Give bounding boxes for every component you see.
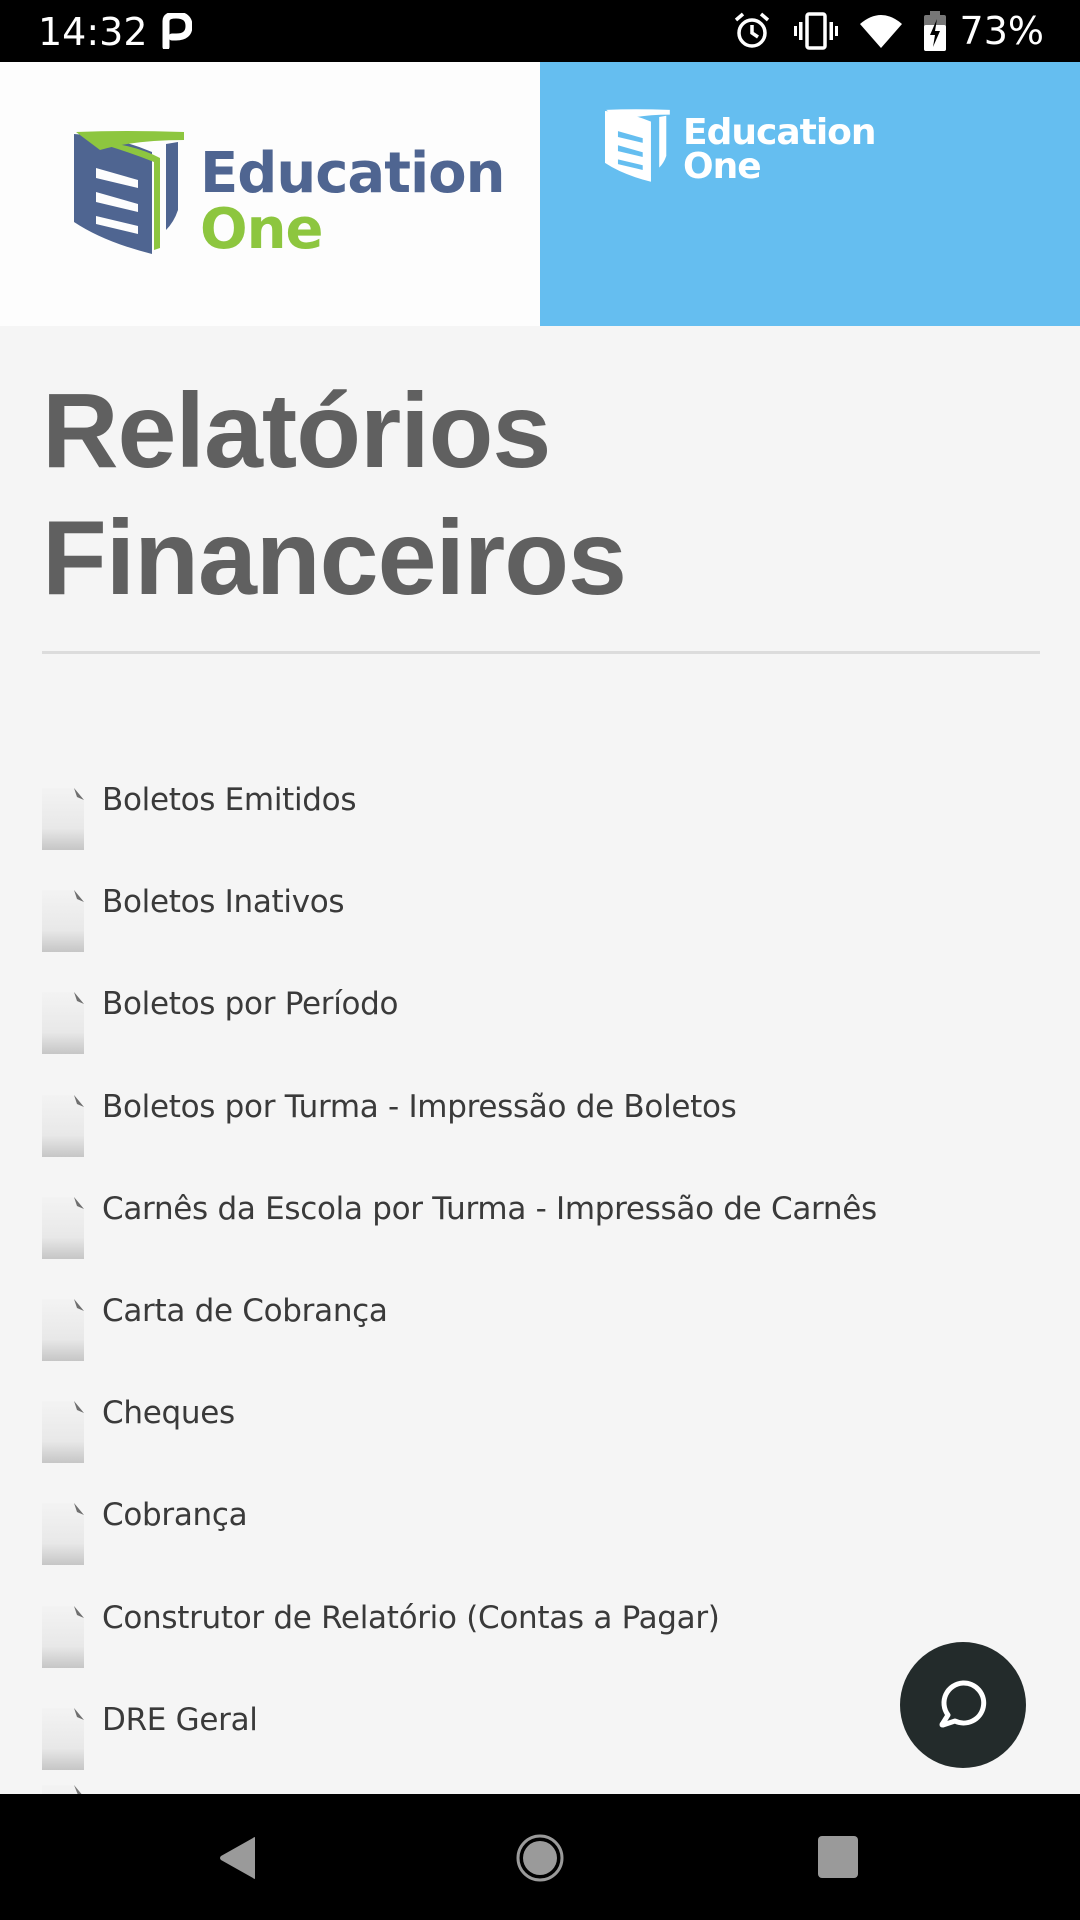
logo-text-one: One [200, 197, 323, 262]
file-icon [42, 1401, 84, 1463]
android-nav-bar [0, 1794, 1080, 1920]
report-label: Construtor de Relatório (Contas a Pagar) [102, 1600, 720, 1636]
file-icon [42, 1606, 84, 1668]
back-icon[interactable] [219, 1836, 257, 1880]
report-label: Cheques [102, 1395, 235, 1431]
chat-bubble-icon [939, 1680, 987, 1728]
file-icon [42, 1197, 84, 1259]
main-content: Relatórios Financeiros Boletos Emitidos B… [0, 326, 1080, 1794]
page-title-line2: Financeiros [42, 499, 627, 617]
report-item[interactable]: Boletos Emitidos [42, 782, 357, 856]
file-icon [42, 1503, 84, 1565]
logo-text-education: Education [200, 141, 505, 206]
file-icon [42, 1095, 84, 1157]
file-icon [42, 788, 84, 850]
report-item[interactable]: Construtor de Relatório (Contas a Pagar) [42, 1600, 720, 1674]
file-icon [42, 992, 84, 1054]
education-one-logo[interactable]: Education One [74, 130, 505, 262]
alarm-icon [734, 12, 769, 48]
parking-icon [162, 13, 192, 49]
report-item[interactable]: Carnês da Escola por Turma - Impressão d… [42, 1191, 877, 1265]
header-banner: Education One [540, 62, 1080, 326]
header-logo-panel: Education One [0, 62, 540, 326]
site-header: Education One Education One [0, 62, 1080, 326]
report-label: Cobrança [102, 1497, 248, 1533]
report-item[interactable]: Boletos por Período [42, 986, 399, 1060]
report-label: Boletos Inativos [102, 884, 345, 920]
logo-text-one-white: One [683, 146, 762, 187]
page-title: Relatórios Financeiros [42, 368, 627, 622]
report-label: Boletos Emitidos [102, 782, 357, 818]
chat-button[interactable] [900, 1642, 1026, 1768]
report-label: DRE Geral [102, 1702, 258, 1738]
education-one-logo-white[interactable]: Education One [605, 105, 877, 189]
shield-book-logo-icon [74, 131, 184, 254]
shield-book-logo-icon-white [605, 109, 670, 182]
status-time: 14:32 [38, 10, 148, 54]
report-item[interactable]: Boletos por Turma - Impressão de Boletos [42, 1089, 737, 1163]
status-bar: 14:32 73% [0, 0, 1080, 62]
file-icon [42, 890, 84, 952]
report-item[interactable]: Cheques [42, 1395, 235, 1469]
report-label: Boletos por Período [102, 986, 399, 1022]
report-label: Carta de Cobrança [102, 1293, 388, 1329]
report-label: Boletos por Turma - Impressão de Boletos [102, 1089, 737, 1125]
title-divider [42, 651, 1040, 654]
vibrate-icon [793, 12, 838, 50]
report-item[interactable]: Boletos Inativos [42, 884, 345, 958]
file-icon [42, 1708, 84, 1770]
report-item-partial[interactable] [42, 1785, 84, 1794]
page-title-line1: Relatórios [42, 372, 551, 490]
home-icon[interactable] [516, 1834, 564, 1882]
report-item[interactable]: Carta de Cobrança [42, 1293, 388, 1367]
wifi-icon [859, 15, 902, 48]
battery-charging-icon [923, 11, 946, 51]
report-label: Carnês da Escola por Turma - Impressão d… [102, 1191, 877, 1227]
report-item[interactable]: Cobrança [42, 1497, 248, 1571]
recents-icon[interactable] [818, 1836, 858, 1878]
file-icon [42, 1785, 82, 1794]
file-icon [42, 1299, 84, 1361]
report-item[interactable]: DRE Geral [42, 1702, 258, 1776]
battery-percent: 73% [959, 9, 1044, 53]
